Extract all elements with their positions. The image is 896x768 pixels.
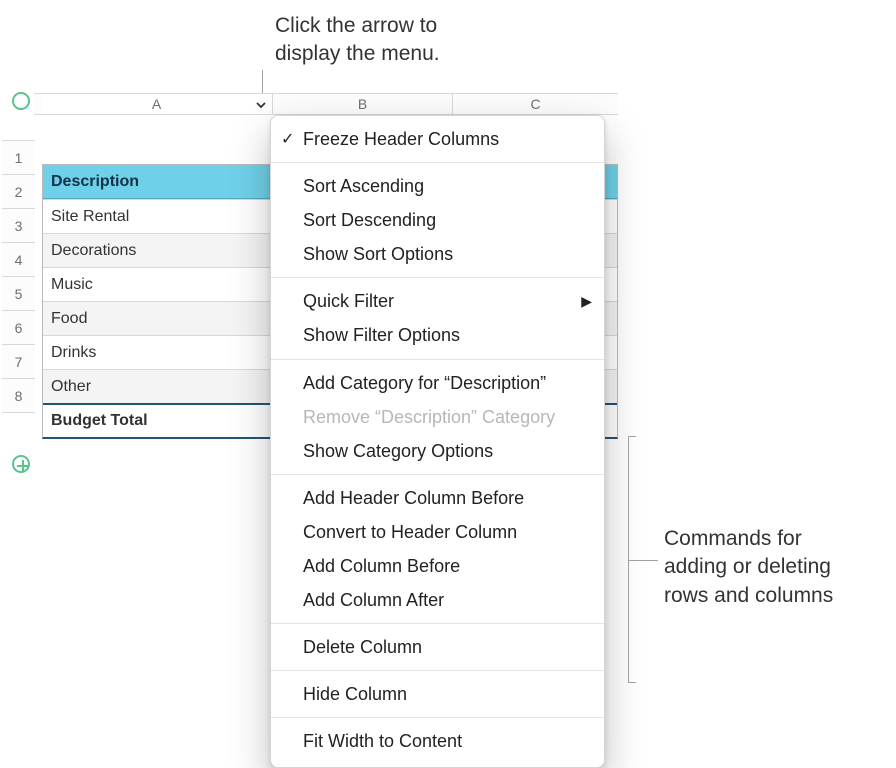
add-row-handle[interactable] xyxy=(12,455,30,473)
menu-item-remove-category: Remove “Description” Category xyxy=(271,400,604,434)
menu-separator xyxy=(271,717,604,718)
column-header-gap xyxy=(34,94,41,114)
menu-item-add-column-before[interactable]: Add Column Before xyxy=(271,549,604,583)
menu-item-freeze-header-columns[interactable]: ✓ Freeze Header Columns xyxy=(271,122,604,156)
column-header-a[interactable]: A xyxy=(41,94,273,114)
row-header[interactable]: 1 xyxy=(2,141,35,175)
menu-item-show-sort-options[interactable]: Show Sort Options xyxy=(271,237,604,271)
column-header-b-label: B xyxy=(358,96,367,112)
menu-item-show-filter-options[interactable]: Show Filter Options xyxy=(271,318,604,352)
row-header[interactable]: 3 xyxy=(2,209,35,243)
column-headers: A B C xyxy=(34,93,618,115)
menu-item-show-category-options[interactable]: Show Category Options xyxy=(271,434,604,468)
menu-separator xyxy=(271,359,604,360)
row-header[interactable]: 5 xyxy=(2,277,35,311)
menu-separator xyxy=(271,162,604,163)
callout-right: Commands foradding or deletingrows and c… xyxy=(664,525,894,610)
menu-item-sort-ascending[interactable]: Sort Ascending xyxy=(271,169,604,203)
menu-item-delete-column[interactable]: Delete Column xyxy=(271,630,604,664)
menu-item-add-header-column-before[interactable]: Add Header Column Before xyxy=(271,481,604,515)
row-header[interactable]: 6 xyxy=(2,311,35,345)
column-header-a-label: A xyxy=(152,96,161,112)
row-header[interactable]: 7 xyxy=(2,345,35,379)
menu-separator xyxy=(271,623,604,624)
table-origin-handle[interactable] xyxy=(12,92,30,110)
row-headers: 1 2 3 4 5 6 7 8 xyxy=(2,140,35,413)
column-menu-trigger[interactable] xyxy=(252,96,270,114)
callout-top: Click the arrow todisplay the menu. xyxy=(275,12,440,69)
row-header[interactable]: 4 xyxy=(2,243,35,277)
menu-item-sort-descending[interactable]: Sort Descending xyxy=(271,203,604,237)
row-header[interactable]: 2 xyxy=(2,175,35,209)
leader-line-right xyxy=(640,560,658,561)
column-context-menu: ✓ Freeze Header Columns Sort Ascending S… xyxy=(270,115,605,768)
menu-item-quick-filter[interactable]: Quick Filter ▶ xyxy=(271,284,604,318)
menu-separator xyxy=(271,474,604,475)
checkmark-icon: ✓ xyxy=(281,128,294,151)
chevron-down-icon xyxy=(254,98,268,112)
menu-item-add-category[interactable]: Add Category for “Description” xyxy=(271,366,604,400)
menu-separator xyxy=(271,670,604,671)
row-header[interactable]: 8 xyxy=(2,379,35,413)
menu-item-add-column-after[interactable]: Add Column After xyxy=(271,583,604,617)
menu-item-convert-to-header-column[interactable]: Convert to Header Column xyxy=(271,515,604,549)
column-header-c-label: C xyxy=(530,96,540,112)
menu-item-hide-column[interactable]: Hide Column xyxy=(271,677,604,711)
menu-separator xyxy=(271,277,604,278)
column-header-c[interactable]: C xyxy=(453,94,618,114)
column-header-b[interactable]: B xyxy=(273,94,453,114)
chevron-right-icon: ▶ xyxy=(581,291,592,311)
menu-item-fit-width-to-content[interactable]: Fit Width to Content xyxy=(271,724,604,758)
